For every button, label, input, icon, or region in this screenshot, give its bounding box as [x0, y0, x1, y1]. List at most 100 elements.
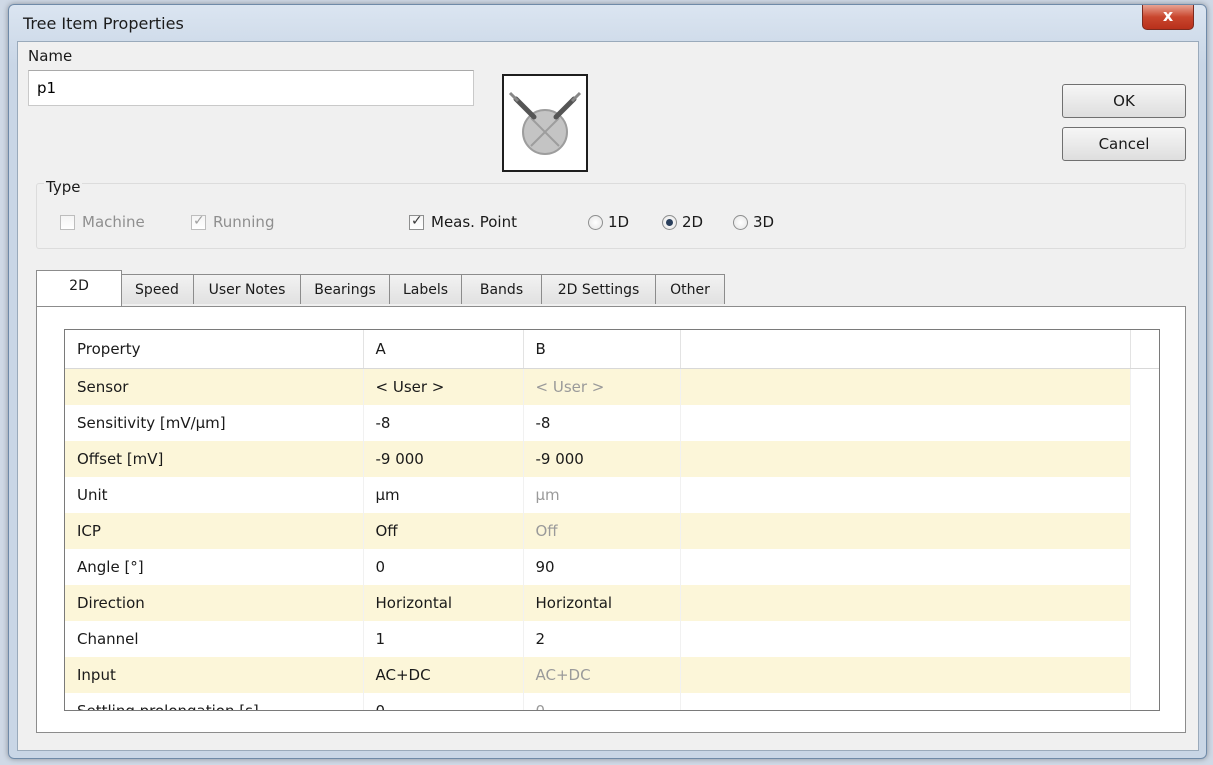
empty-cell — [680, 621, 1131, 657]
value-b-cell[interactable]: Horizontal — [523, 585, 681, 621]
scroll-gap — [1129, 330, 1159, 369]
cancel-button[interactable]: Cancel — [1062, 127, 1186, 161]
value-b-cell[interactable]: 90 — [523, 549, 681, 585]
radio-2d[interactable] — [662, 215, 677, 230]
empty-cell — [680, 549, 1131, 585]
value-a-cell[interactable]: < User > — [363, 368, 524, 405]
table-row[interactable]: Settling prolongation [s] 0 0 — [65, 693, 1159, 710]
meas-point-2d-icon — [508, 91, 582, 155]
machine-label: Machine — [82, 213, 145, 231]
check-icon: ✓ — [193, 213, 205, 229]
property-cell[interactable]: Channel — [65, 621, 364, 657]
empty-cell — [680, 585, 1131, 621]
radio-3d[interactable] — [733, 215, 748, 230]
ok-button[interactable]: OK — [1062, 84, 1186, 118]
property-table: Property A B Sensor < User > < User > Sensi… — [65, 330, 1159, 710]
tab-speed[interactable]: Speed — [120, 274, 194, 304]
property-cell[interactable]: Input — [65, 657, 364, 693]
scroll-gap — [1129, 441, 1159, 477]
close-button[interactable]: x — [1142, 5, 1194, 30]
scroll-gap — [1129, 368, 1159, 405]
title-bar: Tree Item Properties x — [9, 5, 1206, 41]
value-b-cell[interactable]: 2 — [523, 621, 681, 657]
property-cell[interactable]: Unit — [65, 477, 364, 513]
table-row[interactable]: Sensor < User > < User > — [65, 368, 1159, 405]
scroll-gap — [1129, 585, 1159, 621]
property-grid[interactable]: Property A B Sensor < User > < User > Sensi… — [64, 329, 1160, 711]
column-header-property[interactable]: Property — [65, 330, 364, 369]
empty-cell — [680, 477, 1131, 513]
grid-header-row: Property A B — [65, 330, 1159, 369]
tab-2d[interactable]: 2D — [36, 270, 122, 306]
sensor-icon-box — [502, 74, 588, 172]
property-cell[interactable]: Offset [mV] — [65, 441, 364, 477]
value-a-cell[interactable]: 0 — [363, 693, 524, 710]
empty-cell — [680, 513, 1131, 549]
value-b-cell[interactable]: AC+DC — [523, 657, 681, 693]
column-header-a[interactable]: A — [363, 330, 524, 369]
scroll-gap — [1129, 405, 1159, 441]
value-b-cell[interactable]: < User > — [523, 368, 681, 405]
property-cell[interactable]: Sensitivity [mV/µm] — [65, 405, 364, 441]
table-row[interactable]: Angle [°] 0 90 — [65, 549, 1159, 585]
meas-point-label: Meas. Point — [431, 213, 517, 231]
value-a-cell[interactable]: -8 — [363, 405, 524, 441]
value-b-cell[interactable]: Off — [523, 513, 681, 549]
scroll-gap — [1129, 549, 1159, 585]
value-a-cell[interactable]: Horizontal — [363, 585, 524, 621]
radio-3d-label: 3D — [753, 213, 775, 231]
table-row[interactable]: Offset [mV] -9 000 -9 000 — [65, 441, 1159, 477]
tab-labels[interactable]: Labels — [389, 274, 462, 304]
property-cell[interactable]: Direction — [65, 585, 364, 621]
tab-other[interactable]: Other — [655, 274, 725, 304]
value-a-cell[interactable]: Off — [363, 513, 524, 549]
table-row[interactable]: Sensitivity [mV/µm] -8 -8 — [65, 405, 1159, 441]
value-a-cell[interactable]: 1 — [363, 621, 524, 657]
empty-cell — [680, 693, 1131, 710]
tab-bands[interactable]: Bands — [461, 274, 542, 304]
empty-cell — [680, 657, 1131, 693]
value-b-cell[interactable]: µm — [523, 477, 681, 513]
tab-bearings[interactable]: Bearings — [300, 274, 390, 304]
empty-cell — [680, 368, 1131, 405]
property-cell[interactable]: Settling prolongation [s] — [65, 693, 364, 710]
property-cell[interactable]: Sensor — [65, 368, 364, 405]
machine-checkbox[interactable] — [60, 215, 75, 230]
scroll-gap — [1129, 657, 1159, 693]
value-a-cell[interactable]: 0 — [363, 549, 524, 585]
tab-user-notes[interactable]: User Notes — [193, 274, 301, 304]
scroll-gap — [1129, 621, 1159, 657]
radio-1d[interactable] — [588, 215, 603, 230]
meas-point-checkbox[interactable]: ✓ — [409, 213, 424, 230]
table-row[interactable]: Input AC+DC AC+DC — [65, 657, 1159, 693]
value-a-cell[interactable]: AC+DC — [363, 657, 524, 693]
property-cell[interactable]: Angle [°] — [65, 549, 364, 585]
radio-selected-dot — [666, 219, 673, 226]
table-row[interactable]: Direction Horizontal Horizontal — [65, 585, 1159, 621]
window-title: Tree Item Properties — [23, 14, 184, 33]
value-b-cell[interactable]: 0 — [523, 693, 681, 710]
name-input[interactable] — [28, 70, 474, 106]
running-label: Running — [213, 213, 275, 231]
name-label: Name — [28, 47, 73, 65]
property-cell[interactable]: ICP — [65, 513, 364, 549]
scroll-gap — [1129, 513, 1159, 549]
tab-2d-settings[interactable]: 2D Settings — [541, 274, 656, 304]
value-b-cell[interactable]: -8 — [523, 405, 681, 441]
column-header-b[interactable]: B — [523, 330, 681, 369]
close-icon: x — [1162, 6, 1174, 25]
empty-cell — [680, 441, 1131, 477]
column-header-empty — [680, 330, 1131, 369]
table-row[interactable]: ICP Off Off — [65, 513, 1159, 549]
radio-2d-label: 2D — [682, 213, 704, 231]
type-label: Type — [44, 178, 83, 196]
value-b-cell[interactable]: -9 000 — [523, 441, 681, 477]
table-row[interactable]: Channel 1 2 — [65, 621, 1159, 657]
running-checkbox[interactable]: ✓ — [191, 213, 206, 230]
scroll-gap — [1129, 477, 1159, 513]
empty-cell — [680, 405, 1131, 441]
table-row[interactable]: Unit µm µm — [65, 477, 1159, 513]
value-a-cell[interactable]: -9 000 — [363, 441, 524, 477]
radio-1d-label: 1D — [608, 213, 630, 231]
value-a-cell[interactable]: µm — [363, 477, 524, 513]
